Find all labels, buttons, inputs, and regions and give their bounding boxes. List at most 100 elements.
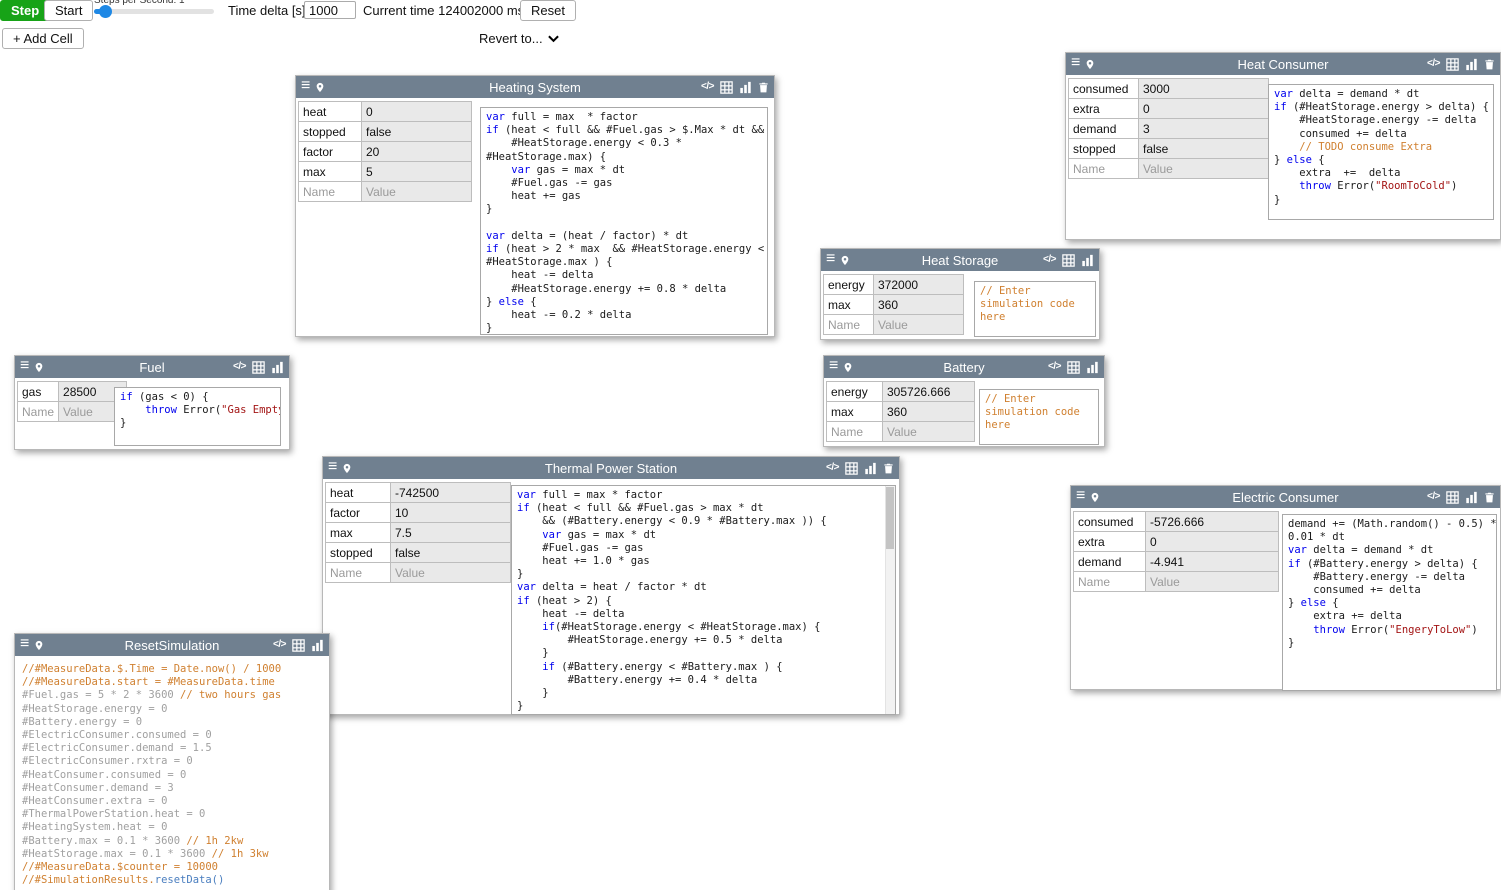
property-name-cell[interactable]: max (827, 402, 883, 422)
start-button[interactable]: Start (44, 0, 93, 21)
code-editor[interactable]: // Entersimulation codehere (979, 389, 1099, 445)
pin-icon[interactable] (840, 254, 850, 267)
new-property-name-cell[interactable]: Name (326, 563, 391, 583)
code-view-icon[interactable]: </> (233, 362, 246, 372)
table-view-icon[interactable] (252, 361, 265, 374)
property-value-cell[interactable]: false (1139, 139, 1269, 159)
new-property-value-cell[interactable]: Value (362, 182, 472, 202)
pin-icon[interactable] (34, 639, 44, 652)
new-property-name-cell[interactable]: Name (1069, 159, 1139, 179)
property-name-cell[interactable]: consumed (1069, 79, 1139, 99)
property-name-cell[interactable]: max (299, 162, 362, 182)
card-header[interactable]: ≡Thermal Power Station</> (323, 457, 899, 479)
new-property-name-cell[interactable]: Name (827, 422, 883, 442)
new-property-value-cell[interactable]: Value (1146, 572, 1279, 592)
property-value-cell[interactable]: 305726.666 (883, 382, 975, 402)
add-cell-button[interactable]: + Add Cell (2, 28, 84, 49)
property-value-cell[interactable]: -5726.666 (1146, 512, 1279, 532)
property-name-cell[interactable]: demand (1074, 552, 1146, 572)
property-name-cell[interactable]: stopped (326, 543, 391, 563)
property-value-cell[interactable]: 5 (362, 162, 472, 182)
code-view-icon[interactable]: </> (273, 640, 286, 650)
new-property-value-cell[interactable]: Value (1139, 159, 1269, 179)
property-name-cell[interactable]: extra (1074, 532, 1146, 552)
property-value-cell[interactable]: 0 (1146, 532, 1279, 552)
property-name-cell[interactable]: energy (827, 382, 883, 402)
slider-thumb[interactable] (99, 5, 112, 18)
property-name-cell[interactable]: consumed (1074, 512, 1146, 532)
property-value-cell[interactable]: -4.941 (1146, 552, 1279, 572)
property-value-cell[interactable]: 20 (362, 142, 472, 162)
table-view-icon[interactable] (292, 639, 305, 652)
step-button[interactable]: Step (0, 0, 50, 21)
property-value-cell[interactable]: 0 (1139, 99, 1269, 119)
menu-icon[interactable]: ≡ (1076, 488, 1085, 504)
table-view-icon[interactable] (1446, 491, 1459, 504)
table-view-icon[interactable] (720, 81, 733, 94)
time-delta-input[interactable] (304, 1, 356, 19)
pin-icon[interactable] (843, 361, 853, 374)
trash-icon[interactable] (883, 462, 894, 475)
code-view-icon[interactable]: </> (1427, 492, 1440, 502)
property-name-cell[interactable]: extra (1069, 99, 1139, 119)
menu-icon[interactable]: ≡ (829, 358, 838, 374)
new-property-name-cell[interactable]: Name (1074, 572, 1146, 592)
code-editor[interactable]: if (gas < 0) { throw Error("Gas Empty")} (114, 387, 281, 446)
chart-view-icon[interactable] (1081, 254, 1094, 267)
card-header[interactable]: ≡Electric Consumer</> (1071, 486, 1500, 508)
property-value-cell[interactable]: 7.5 (391, 523, 511, 543)
property-name-cell[interactable]: heat (326, 483, 391, 503)
table-view-icon[interactable] (1446, 58, 1459, 71)
pin-icon[interactable] (1090, 491, 1100, 504)
table-view-icon[interactable] (1067, 361, 1080, 374)
code-editor[interactable]: demand += (Math.random() - 0.5) *0.01 * … (1282, 514, 1497, 691)
pin-icon[interactable] (1085, 58, 1095, 71)
code-view-icon[interactable]: </> (701, 82, 714, 92)
card-header[interactable]: ≡Heating System</> (296, 76, 774, 98)
steps-per-second-slider[interactable] (94, 9, 214, 14)
property-name-cell[interactable]: factor (299, 142, 362, 162)
property-value-cell[interactable]: -742500 (391, 483, 511, 503)
property-name-cell[interactable]: stopped (1069, 139, 1139, 159)
new-property-value-cell[interactable]: Value (391, 563, 511, 583)
card-header[interactable]: ≡Battery</> (824, 356, 1104, 378)
code-view-icon[interactable]: </> (826, 463, 839, 473)
menu-icon[interactable]: ≡ (1071, 55, 1080, 71)
property-name-cell[interactable]: max (326, 523, 391, 543)
code-view-icon[interactable]: </> (1427, 59, 1440, 69)
scrollbar-thumb[interactable] (886, 487, 894, 549)
pin-icon[interactable] (315, 81, 325, 94)
menu-icon[interactable]: ≡ (20, 358, 29, 374)
property-value-cell[interactable]: 3 (1139, 119, 1269, 139)
code-editor[interactable]: var full = max * factorif (heat < full &… (480, 107, 768, 335)
property-name-cell[interactable]: heat (299, 102, 362, 122)
code-scrollbar[interactable] (885, 486, 895, 714)
card-header[interactable]: ≡Heat Consumer</> (1066, 53, 1500, 75)
menu-icon[interactable]: ≡ (328, 459, 337, 475)
new-property-name-cell[interactable]: Name (824, 315, 874, 335)
new-property-name-cell[interactable]: Name (299, 182, 362, 202)
property-name-cell[interactable]: stopped (299, 122, 362, 142)
table-view-icon[interactable] (845, 462, 858, 475)
property-value-cell[interactable]: 360 (883, 402, 975, 422)
card-header[interactable]: ≡Heat Storage</> (821, 249, 1099, 271)
chart-view-icon[interactable] (1086, 361, 1099, 374)
pin-icon[interactable] (342, 462, 352, 475)
code-view-icon[interactable]: </> (1048, 362, 1061, 372)
chart-view-icon[interactable] (1465, 58, 1478, 71)
code-editor[interactable]: // Entersimulation codehere (974, 281, 1096, 337)
code-editor[interactable]: //#MeasureData.$.Time = Date.now() / 100… (17, 660, 327, 890)
property-value-cell[interactable]: 0 (362, 102, 472, 122)
card-header[interactable]: ≡ResetSimulation</> (15, 634, 329, 656)
pin-icon[interactable] (34, 361, 44, 374)
property-name-cell[interactable]: max (824, 295, 874, 315)
property-value-cell[interactable]: 10 (391, 503, 511, 523)
new-property-value-cell[interactable]: Value (874, 315, 964, 335)
new-property-name-cell[interactable]: Name (18, 402, 59, 422)
property-value-cell[interactable]: false (362, 122, 472, 142)
menu-icon[interactable]: ≡ (20, 636, 29, 652)
code-editor[interactable]: var delta = demand * dtif (#HeatStorage.… (1268, 84, 1494, 220)
trash-icon[interactable] (1484, 58, 1495, 71)
code-editor[interactable]: var full = max * factorif (heat < full &… (511, 485, 896, 715)
property-name-cell[interactable]: energy (824, 275, 874, 295)
